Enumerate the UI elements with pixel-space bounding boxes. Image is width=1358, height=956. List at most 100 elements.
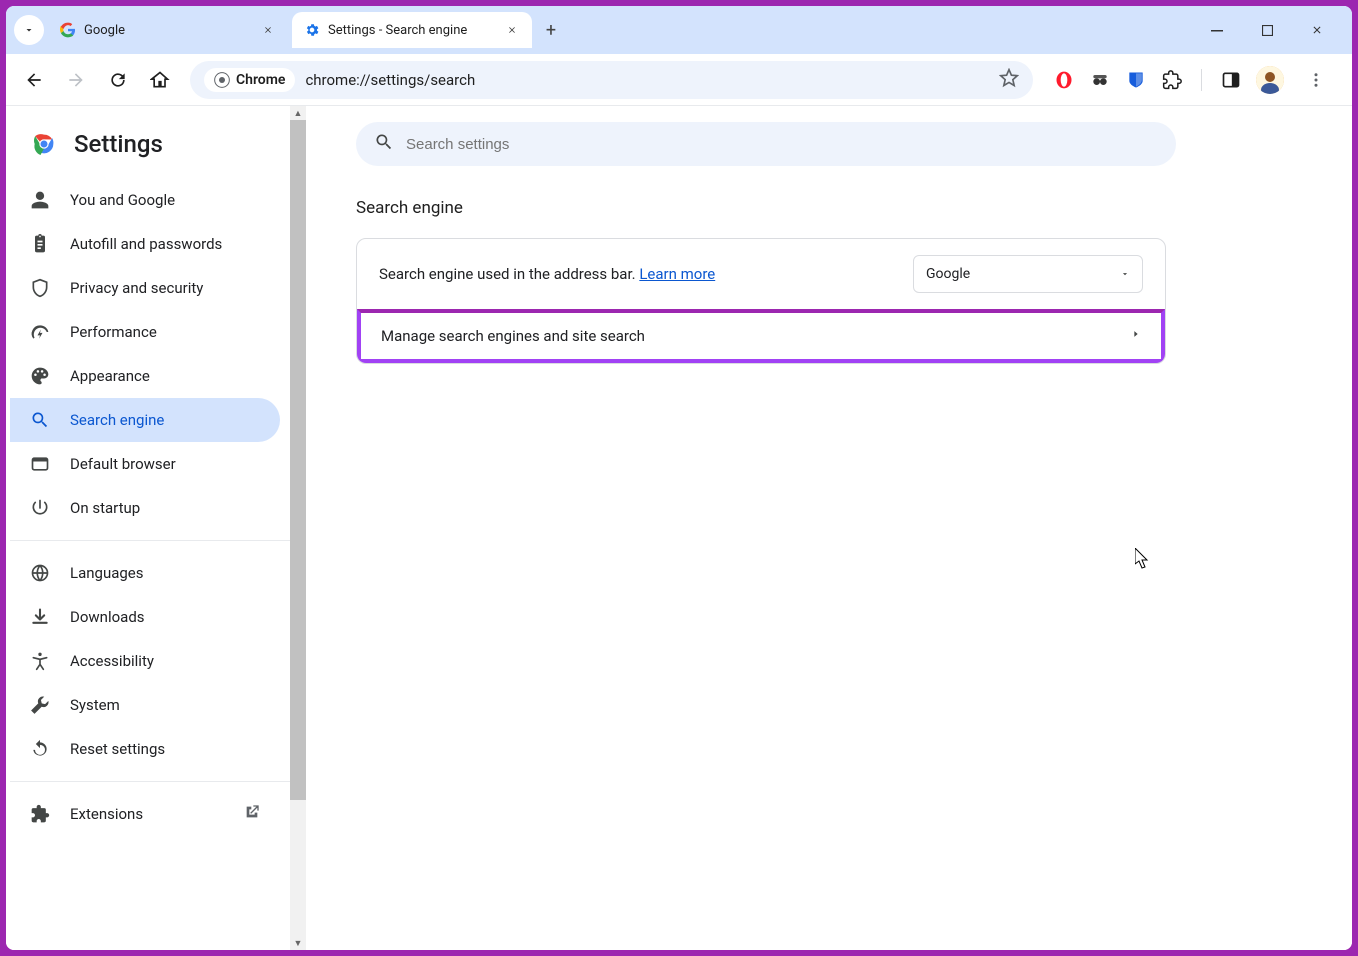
search-engine-dropdown[interactable]: Google: [913, 255, 1143, 293]
minimize-button[interactable]: [1202, 15, 1232, 45]
tab-strip: Google Settings - Search engine +: [6, 6, 1352, 54]
settings-main: Search engine Search engine used in the …: [306, 106, 1352, 950]
section-title: Search engine: [356, 198, 1292, 218]
sidebar-item-label: Downloads: [70, 608, 145, 626]
address-bar[interactable]: Chrome chrome://settings/search: [190, 61, 1033, 99]
sidebar-item-extensions[interactable]: Extensions: [10, 792, 280, 836]
profile-avatar[interactable]: [1256, 66, 1284, 94]
sidebar-item-performance[interactable]: Performance: [10, 310, 280, 354]
sidebar-item-label: Extensions: [70, 805, 143, 823]
google-favicon: [60, 22, 76, 38]
settings-search-input[interactable]: [406, 136, 1158, 153]
new-tab-button[interactable]: +: [536, 15, 566, 45]
close-icon[interactable]: [260, 22, 276, 38]
sidebar-item-label: Accessibility: [70, 652, 154, 670]
close-window-button[interactable]: [1302, 15, 1332, 45]
sidebar-item-label: Reset settings: [70, 740, 165, 758]
accessibility-icon: [30, 651, 50, 671]
extension-opera-icon[interactable]: [1053, 69, 1075, 91]
sidebar-item-you-and-google[interactable]: You and Google: [10, 178, 280, 222]
extension-bitwarden-icon[interactable]: [1125, 69, 1147, 91]
site-chip-label: Chrome: [236, 72, 285, 88]
home-button[interactable]: [142, 62, 178, 98]
chrome-menu-button[interactable]: [1298, 62, 1334, 98]
person-icon: [30, 190, 50, 210]
dropdown-value: Google: [926, 266, 970, 282]
sidebar-item-accessibility[interactable]: Accessibility: [10, 639, 280, 683]
globe-icon: [30, 563, 50, 583]
restore-icon: [30, 739, 50, 759]
extensions-puzzle-icon[interactable]: [1161, 69, 1183, 91]
sidebar-item-label: You and Google: [70, 191, 175, 209]
sidebar-divider: [10, 781, 298, 782]
chevron-down-icon: [1120, 269, 1130, 279]
close-icon[interactable]: [504, 22, 520, 38]
tab-search-dropdown[interactable]: [14, 15, 44, 45]
gear-icon: [304, 22, 320, 38]
wrench-icon: [30, 695, 50, 715]
side-panel-icon[interactable]: [1220, 69, 1242, 91]
learn-more-link[interactable]: Learn more: [639, 265, 715, 283]
sidebar-scrollbar[interactable]: ▲ ▼: [290, 106, 306, 950]
default-search-engine-row: Search engine used in the address bar. L…: [357, 239, 1165, 309]
browser-icon: [30, 454, 50, 474]
settings-sidebar: Settings You and Google Autofill and pass…: [6, 106, 306, 950]
sidebar-item-label: Default browser: [70, 455, 176, 473]
sidebar-item-label: On startup: [70, 499, 140, 517]
sidebar-item-on-startup[interactable]: On startup: [10, 486, 280, 530]
sidebar-item-label: Autofill and passwords: [70, 235, 222, 253]
row-text: Search engine used in the address bar.: [379, 265, 639, 283]
extension-icon: [30, 804, 50, 824]
search-icon: [374, 132, 394, 156]
url-text: chrome://settings/search: [305, 71, 989, 89]
reload-button[interactable]: [100, 62, 136, 98]
extension-incognito-icon[interactable]: [1089, 69, 1111, 91]
settings-title: Settings: [74, 130, 163, 158]
download-icon: [30, 607, 50, 627]
maximize-button[interactable]: [1252, 15, 1282, 45]
chrome-icon: [214, 72, 230, 88]
clipboard-icon: [30, 234, 50, 254]
palette-icon: [30, 366, 50, 386]
sidebar-divider: [10, 540, 298, 541]
sidebar-item-reset-settings[interactable]: Reset settings: [10, 727, 280, 771]
site-chip[interactable]: Chrome: [204, 68, 295, 92]
back-button[interactable]: [16, 62, 52, 98]
sidebar-item-label: System: [70, 696, 120, 714]
external-link-icon: [244, 804, 260, 824]
search-icon: [30, 410, 50, 430]
toolbar: Chrome chrome://settings/search: [6, 54, 1352, 106]
toolbar-separator: [1201, 69, 1202, 91]
sidebar-item-label: Performance: [70, 323, 157, 341]
chrome-logo-icon: [30, 130, 58, 158]
power-icon: [30, 498, 50, 518]
tab-title: Settings - Search engine: [328, 23, 496, 38]
sidebar-item-label: Search engine: [70, 411, 164, 429]
tab-title: Google: [84, 23, 252, 38]
settings-search-box[interactable]: [356, 122, 1176, 166]
scrollbar-thumb[interactable]: [290, 120, 306, 800]
forward-button[interactable]: [58, 62, 94, 98]
sidebar-item-label: Languages: [70, 564, 144, 582]
search-engine-card: Search engine used in the address bar. L…: [356, 238, 1166, 364]
sidebar-item-search-engine[interactable]: Search engine: [10, 398, 280, 442]
sidebar-item-default-browser[interactable]: Default browser: [10, 442, 280, 486]
sidebar-item-label: Appearance: [70, 367, 150, 385]
sidebar-item-appearance[interactable]: Appearance: [10, 354, 280, 398]
sidebar-item-languages[interactable]: Languages: [10, 551, 280, 595]
sidebar-item-label: Privacy and security: [70, 279, 203, 297]
scroll-up-arrow[interactable]: ▲: [290, 106, 306, 120]
scroll-down-arrow[interactable]: ▼: [290, 936, 306, 950]
chevron-right-icon: [1131, 327, 1141, 345]
manage-search-engines-row[interactable]: Manage search engines and site search: [357, 309, 1165, 363]
tab-settings[interactable]: Settings - Search engine: [292, 12, 532, 48]
sidebar-item-autofill-and-passwords[interactable]: Autofill and passwords: [10, 222, 280, 266]
bookmark-star-icon[interactable]: [999, 68, 1019, 92]
sidebar-item-system[interactable]: System: [10, 683, 280, 727]
row-text: Manage search engines and site search: [381, 327, 645, 345]
sidebar-item-downloads[interactable]: Downloads: [10, 595, 280, 639]
speed-icon: [30, 322, 50, 342]
shield-icon: [30, 278, 50, 298]
tab-google[interactable]: Google: [48, 12, 288, 48]
sidebar-item-privacy-and-security[interactable]: Privacy and security: [10, 266, 280, 310]
